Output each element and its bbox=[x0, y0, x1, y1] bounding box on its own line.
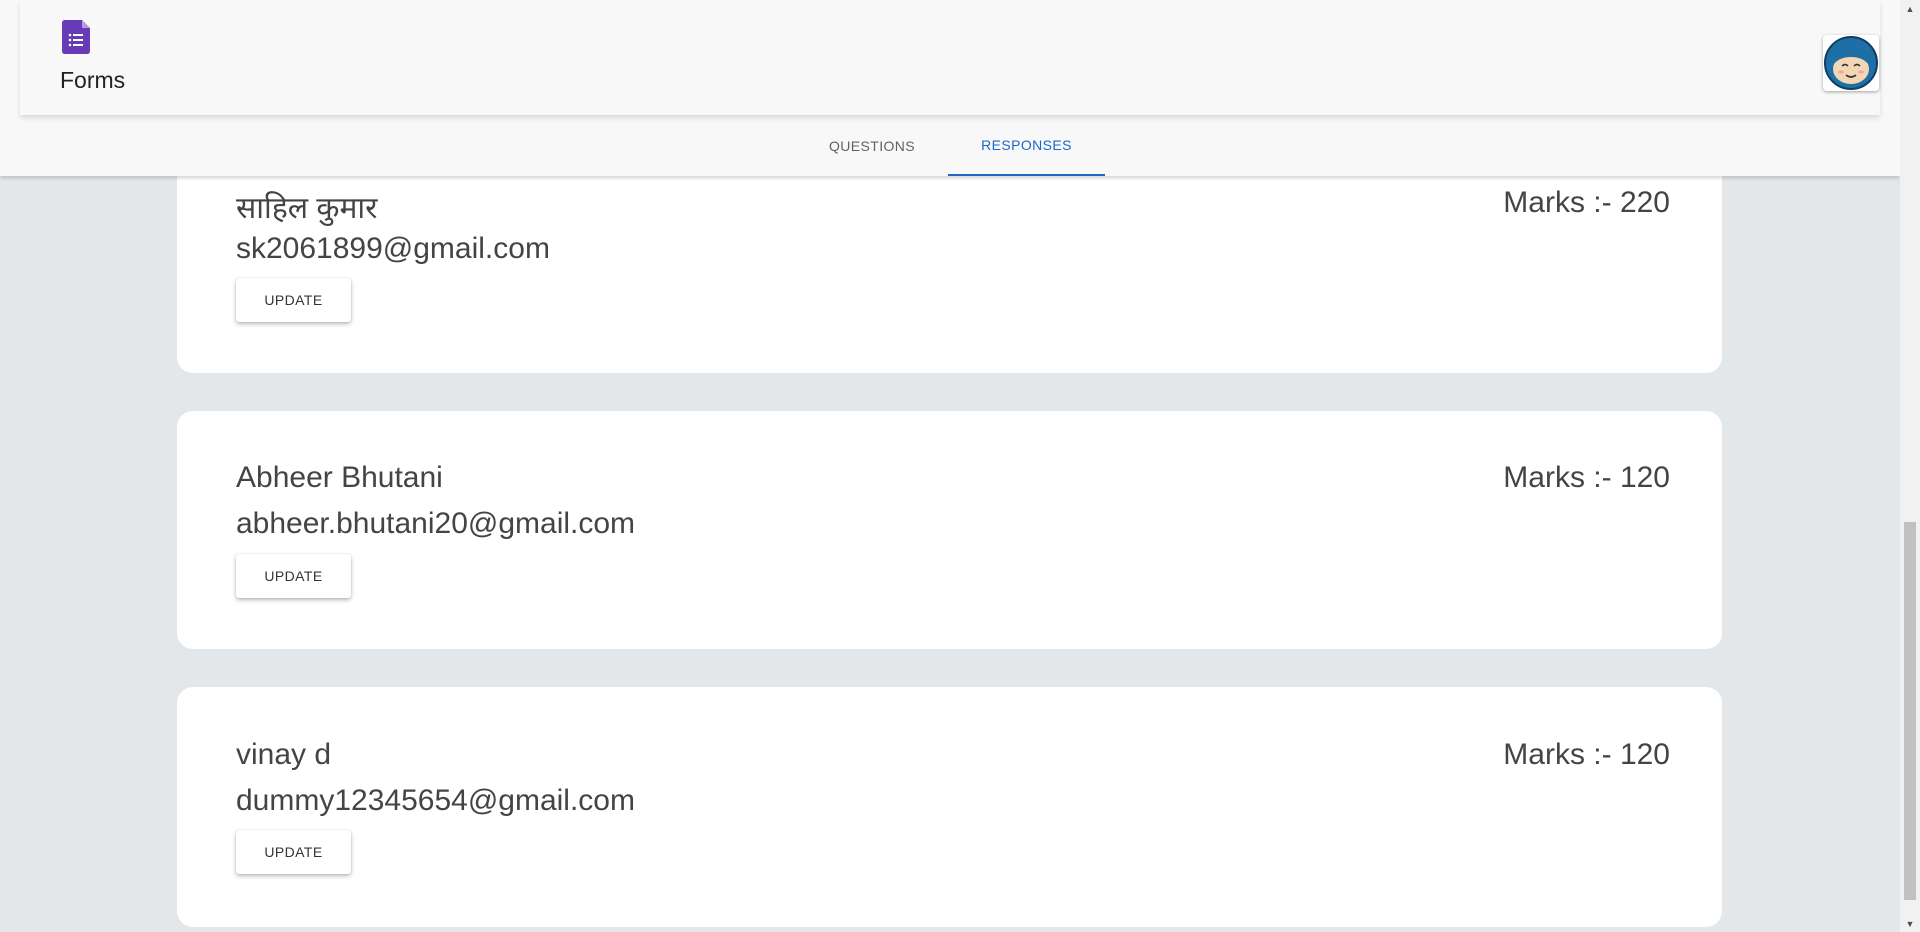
response-card: Abheer Bhutani abheer.bhutani20@gmail.co… bbox=[177, 411, 1722, 649]
app-title: Forms bbox=[60, 67, 126, 93]
tab-responses[interactable]: RESPONSES bbox=[948, 115, 1105, 176]
update-button[interactable]: UPDATE bbox=[236, 554, 351, 598]
tab-bar: QUESTIONS RESPONSES bbox=[796, 115, 1105, 176]
avatar-icon bbox=[1824, 36, 1878, 90]
vertical-scrollbar[interactable]: ▲ ▼ bbox=[1900, 0, 1920, 932]
update-button[interactable]: UPDATE bbox=[236, 278, 351, 322]
response-card: vinay d dummy12345654@gmail.com Marks :-… bbox=[177, 687, 1722, 927]
respondent-marks: Marks :- 220 bbox=[1503, 186, 1670, 219]
update-button[interactable]: UPDATE bbox=[236, 830, 351, 874]
avatar[interactable] bbox=[1823, 35, 1879, 91]
tab-questions[interactable]: QUESTIONS bbox=[796, 115, 948, 176]
respondent-marks: Marks :- 120 bbox=[1503, 461, 1670, 494]
respondent-name: Abheer Bhutani bbox=[236, 461, 443, 494]
forms-logo-icon[interactable] bbox=[62, 20, 90, 54]
respondent-email: sk2061899@gmail.com bbox=[236, 232, 550, 265]
respondent-name: साहिल कुमार bbox=[236, 192, 378, 225]
response-card: साहिल कुमार sk2061899@gmail.com Marks :-… bbox=[177, 160, 1722, 373]
respondent-name: vinay d bbox=[236, 738, 332, 771]
scroll-down-icon[interactable]: ▼ bbox=[1900, 915, 1920, 932]
scroll-up-icon[interactable]: ▲ bbox=[1900, 0, 1920, 17]
respondent-email: dummy12345654@gmail.com bbox=[236, 784, 635, 817]
respondent-email: abheer.bhutani20@gmail.com bbox=[236, 507, 636, 540]
app-bar: Forms bbox=[20, 0, 1880, 115]
header: Forms QUESTIONS RESPONSES bbox=[0, 0, 1900, 176]
respondent-marks: Marks :- 120 bbox=[1503, 738, 1670, 771]
viewport: साहिल कुमार sk2061899@gmail.com Marks :-… bbox=[0, 0, 1920, 932]
scroll-thumb[interactable] bbox=[1904, 522, 1916, 900]
